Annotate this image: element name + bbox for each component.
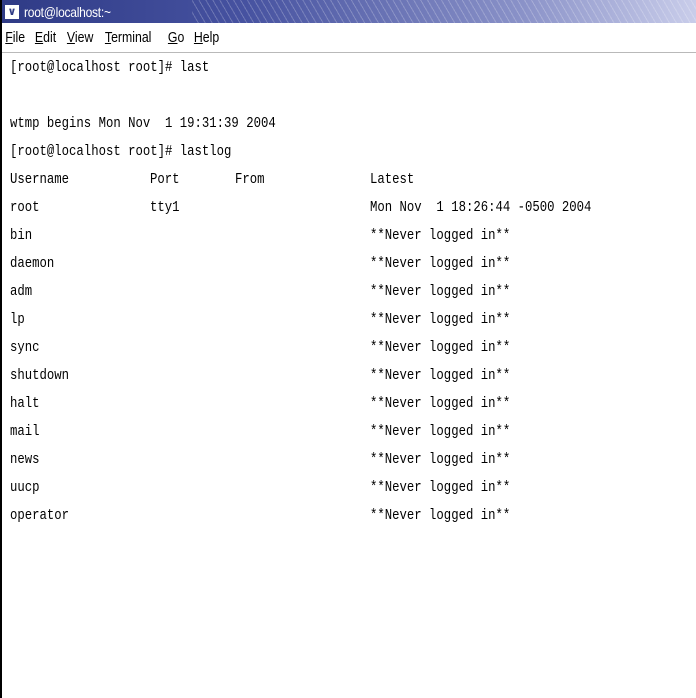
row-latest: **Never logged in** (370, 339, 511, 356)
menu-view[interactable]: View (62, 29, 98, 46)
header-port: Port (150, 171, 180, 188)
row-username: halt (10, 395, 40, 412)
menu-file[interactable]: File (2, 29, 30, 46)
row-username: operator (10, 507, 70, 524)
row-latest: Mon Nov 1 18:26:44 -0500 2004 (370, 199, 592, 216)
row-username: mail (10, 423, 40, 440)
command-line-last: [root@localhost root]# last (10, 59, 210, 76)
header-latest: Latest (370, 171, 415, 188)
menu-terminal[interactable]: Terminal (100, 29, 156, 46)
row-username: daemon (10, 255, 55, 272)
row-latest: **Never logged in** (370, 507, 511, 524)
row-username: adm (10, 283, 33, 300)
menu-edit[interactable]: Edit (30, 29, 61, 46)
row-latest: **Never logged in** (370, 227, 511, 244)
row-latest: **Never logged in** (370, 479, 511, 496)
row-latest: **Never logged in** (370, 423, 511, 440)
row-latest: **Never logged in** (370, 395, 511, 412)
row-latest: **Never logged in** (370, 451, 511, 468)
menu-help[interactable]: Help (189, 29, 224, 46)
wtmp-line: wtmp begins Mon Nov 1 19:31:39 2004 (10, 115, 276, 132)
row-latest: **Never logged in** (370, 283, 511, 300)
row-port: tty1 (150, 199, 180, 216)
row-username: root (10, 199, 40, 216)
command-line-lastlog: [root@localhost root]# lastlog (10, 143, 232, 160)
row-latest: **Never logged in** (370, 311, 511, 328)
header-from: From (235, 171, 265, 188)
row-username: bin (10, 227, 33, 244)
menu-go[interactable]: Go (163, 29, 189, 46)
terminal-window: ∨ root@localhost:~ File Edit View Termin… (0, 0, 696, 698)
window-title: root@localhost:~ (24, 3, 111, 20)
header-username: Username (10, 171, 70, 188)
row-username: uucp (10, 479, 40, 496)
row-username: lp (10, 311, 25, 328)
chevron-down-icon[interactable]: ∨ (5, 4, 19, 19)
row-latest: **Never logged in** (370, 255, 511, 272)
title-bar[interactable]: ∨ root@localhost:~ (2, 0, 696, 23)
row-username: news (10, 451, 40, 468)
row-username: sync (10, 339, 40, 356)
row-username: shutdown (10, 367, 70, 384)
menu-bar: File Edit View Terminal Go Help (2, 23, 696, 53)
row-latest: **Never logged in** (370, 367, 511, 384)
